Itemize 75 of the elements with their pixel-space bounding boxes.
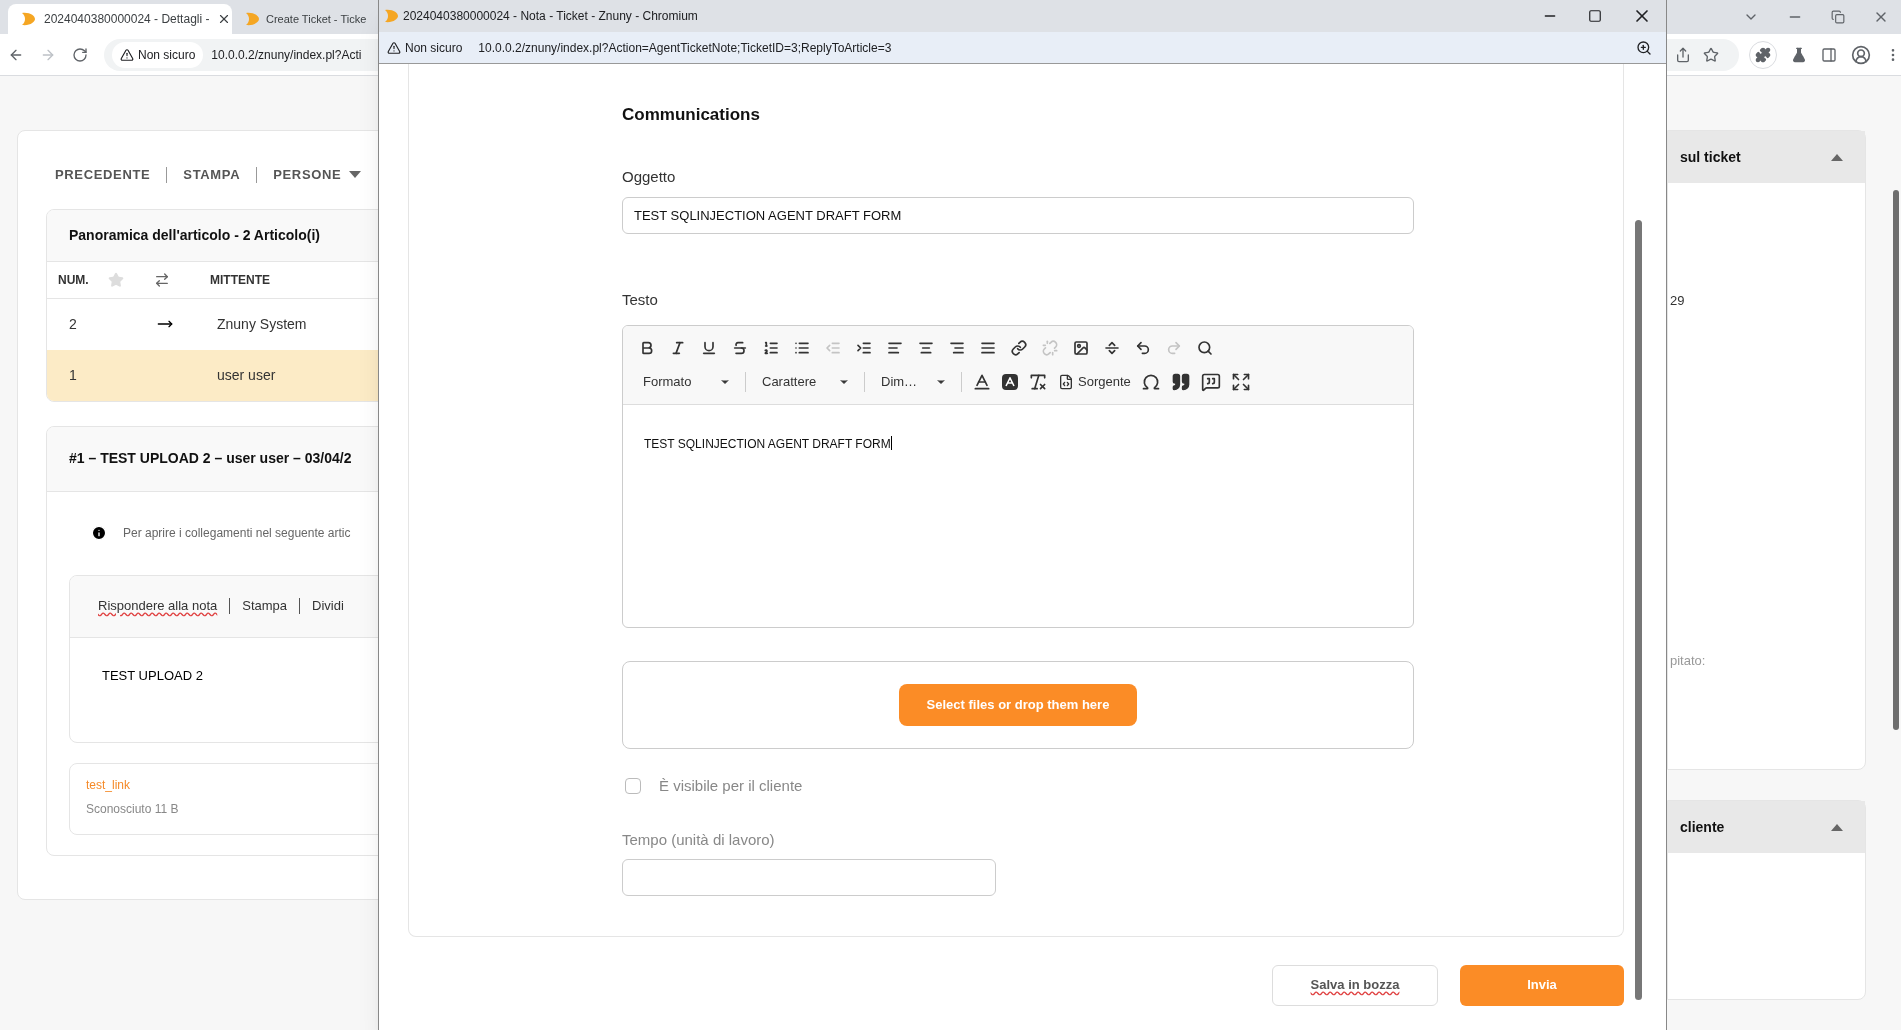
subject-field[interactable]: TEST SQLINJECTION AGENT DRAFT FORM (622, 197, 1414, 234)
expand-icon[interactable] (349, 170, 362, 179)
widget-text: pitato: (1669, 651, 1706, 670)
quote-icon[interactable] (1170, 371, 1191, 392)
column-header[interactable]: MITTENTE (210, 270, 270, 289)
url-text: 10.0.0.2/znuny/index.pl?Action=AgentTicketNote;TicketID=3;ReplyToArticle=3 (478, 39, 892, 57)
widget-header[interactable]: sul ticket (1668, 131, 1865, 183)
warning-icon (120, 47, 134, 62)
checkbox-label: È visibile per il cliente (659, 775, 803, 796)
table-cell-text: user user (217, 365, 276, 385)
source-button[interactable]: Sorgente (1058, 371, 1131, 392)
background-color-icon[interactable] (1002, 373, 1018, 390)
article-title: #1 – TEST UPLOAD 2 – user user – 03/04/2 (69, 449, 352, 468)
text-cursor (890, 436, 892, 451)
article-action-link[interactable]: Stampa (242, 596, 288, 616)
link-icon[interactable] (1009, 337, 1029, 358)
notice-text: Per aprire i collegamenti nel seguente artic (123, 524, 351, 542)
source-code-icon (1058, 373, 1074, 390)
restore-icon[interactable] (1831, 10, 1845, 24)
nav-link[interactable]: PRECEDENTE (55, 165, 151, 185)
field-label: Testo (622, 290, 658, 310)
editor-text: TEST SQLINJECTION AGENT DRAFT FORM (644, 436, 891, 451)
maximize-icon[interactable] (1588, 9, 1602, 23)
maximize-editor-icon[interactable] (1230, 371, 1251, 392)
article-row[interactable]: 1 user user (47, 349, 378, 401)
app-logo-icon (20, 11, 36, 27)
widget-text: 29 (1669, 292, 1685, 310)
collapse-icon[interactable] (1831, 823, 1843, 831)
collapse-icon[interactable] (1831, 153, 1843, 161)
bookmark-star-icon[interactable] (1703, 46, 1719, 63)
checkbox[interactable] (625, 777, 641, 794)
side-panel-icon[interactable] (1821, 46, 1837, 63)
scrollbar[interactable] (1635, 220, 1642, 1000)
column-header[interactable]: NUM. (58, 270, 108, 289)
article-action-link[interactable]: Dividi (312, 596, 344, 616)
star-icon[interactable] (108, 271, 124, 288)
nav-link[interactable]: PERSONE (273, 165, 362, 185)
address-bar[interactable]: Non sicuro 10.0.0.2/znuny/index.pl?Acti (104, 38, 378, 71)
browser-tab[interactable]: Create Ticket - Ticke (236, 4, 378, 34)
time-field[interactable] (622, 858, 996, 896)
editor-dropdown[interactable]: Dim… (875, 371, 951, 392)
app-logo-icon (244, 11, 260, 27)
article-body-text: TEST UPLOAD 2 (101, 666, 203, 685)
field-label: Tempo (unità di lavoro) (622, 830, 775, 850)
editor-body[interactable]: TEST SQLINJECTION AGENT DRAFT FORM (623, 404, 1413, 627)
url-text: 10.0.0.2/znuny/index.pl?Acti (211, 46, 362, 64)
attachment-info: Sconosciuto 11 B (86, 800, 179, 818)
panel-title: Panoramica dell'articolo - 2 Articolo(i) (69, 225, 320, 245)
table-cell-text: 2 (69, 314, 78, 334)
scrollbar[interactable] (1893, 190, 1899, 730)
browser-tab[interactable]: 2024040380000024 - Dettagli - (8, 4, 232, 34)
info-icon (91, 524, 107, 541)
widget-header[interactable]: cliente (1668, 801, 1865, 853)
profile-icon[interactable] (1851, 44, 1871, 65)
security-chip[interactable]: Non sicuro (387, 38, 463, 57)
nav-link[interactable]: STAMPA (183, 165, 241, 185)
field-label: Oggetto (622, 166, 676, 187)
section-title: Communications (622, 104, 760, 126)
flask-icon[interactable] (1791, 46, 1807, 63)
reload-icon[interactable] (72, 46, 88, 63)
app-logo-icon (383, 8, 399, 24)
save-draft-button[interactable]: Salva in bozza (1272, 964, 1438, 1006)
table-cell-text: Znuny System (217, 314, 307, 334)
puzzle-icon (1755, 46, 1771, 63)
direction-icon (154, 271, 170, 288)
zoom-icon[interactable] (1636, 39, 1652, 56)
warning-icon (387, 40, 401, 55)
editor-dropdown[interactable]: Carattere (756, 371, 854, 392)
article-action-link[interactable]: Rispondere alla nota (98, 596, 218, 616)
address-bar[interactable] (1667, 38, 1739, 71)
window-title: 2024040380000024 - Nota - Ticket - Znuny - Chromium (403, 8, 698, 25)
security-chip[interactable]: Non sicuro (112, 41, 204, 68)
share-icon[interactable] (1675, 46, 1691, 63)
editor-dropdown[interactable]: Formato (637, 371, 735, 392)
table-cell-text: 1 (69, 365, 78, 385)
